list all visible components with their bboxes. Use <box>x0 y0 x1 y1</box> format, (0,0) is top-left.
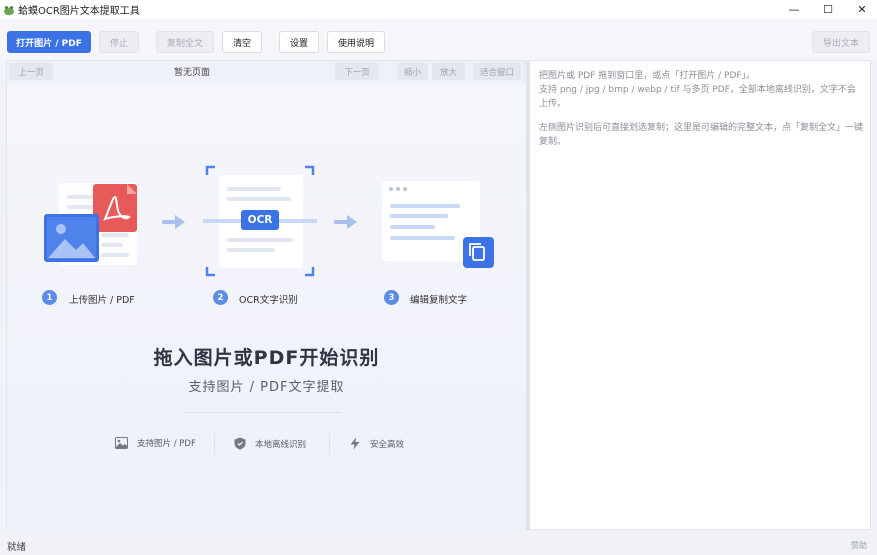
status-bar: 就绪 赞助 <box>0 535 877 555</box>
drop-subline: 支持图片 / PDF文字提取 <box>188 380 345 395</box>
shield-icon <box>234 437 246 450</box>
step-2-label: OCR文字识别 <box>239 295 298 306</box>
zoom-out-button[interactable]: 缩小 <box>397 63 428 80</box>
copy-all-button[interactable]: 复制全文 <box>156 31 214 53</box>
workflow-illustration <box>44 165 494 277</box>
step-2-number: 2 <box>213 290 228 305</box>
feature-offline: 本地离线识别 <box>234 437 306 450</box>
hint-paragraph-3: 左侧图片识别后可直接划选复制；这里是可编辑的完整文本，点「复制全文」一键复制。 <box>539 123 864 147</box>
prev-page-button[interactable]: 上一页 <box>9 63 53 80</box>
title-bar: 蛤蟆OCR图片文本提取工具 — ☐ ✕ <box>0 0 877 19</box>
arrow-right-icon <box>162 215 185 229</box>
lightning-icon <box>350 437 360 450</box>
feature-label: 本地离线识别 <box>255 439 307 450</box>
feature-safe: 安全高效 <box>349 437 404 450</box>
help-button[interactable]: 使用说明 <box>327 31 385 53</box>
settings-button[interactable]: 设置 <box>279 31 319 53</box>
viewer-nav: 上一页 暂无页面 下一页 缩小 放大 适合窗口 <box>7 61 526 83</box>
next-page-button[interactable]: 下一页 <box>335 63 379 80</box>
separator <box>214 433 215 455</box>
separator <box>329 433 330 455</box>
toolbar: 打开图片 / PDF 停止 复制全文 清空 设置 使用说明 导出文本 <box>0 19 877 61</box>
zoom-in-button[interactable]: 放大 <box>432 63 465 80</box>
step-1-label: 上传图片 / PDF <box>69 295 135 306</box>
fit-window-button[interactable]: 适合窗口 <box>473 63 521 80</box>
stop-button[interactable]: 停止 <box>99 31 139 53</box>
minimize-button[interactable]: — <box>776 0 812 19</box>
step-3-label: 编辑复制文字 <box>410 295 468 306</box>
window-title: 蛤蟆OCR图片文本提取工具 <box>18 6 140 17</box>
status-text: 就绪 <box>7 542 27 553</box>
image-viewer-panel[interactable]: 上一页 暂无页面 下一页 缩小 放大 适合窗口 OCR 1 上传图片 / PDF… <box>6 60 526 531</box>
feature-label: 安全高效 <box>370 439 405 450</box>
page-status: 暂无页面 <box>173 68 210 78</box>
hint-paragraph-1: 把图片或 PDF 拖到窗口里，或点「打开图片 / PDF」。 <box>539 71 756 81</box>
frog-app-icon <box>4 5 14 15</box>
maximize-button[interactable]: ☐ <box>810 0 846 19</box>
step-1-number: 1 <box>42 290 57 305</box>
close-button[interactable]: ✕ <box>844 0 877 19</box>
step-3-number: 3 <box>384 290 399 305</box>
upload-illustration-icon <box>44 183 137 265</box>
feature-image-pdf: 支持图片 / PDF <box>115 437 196 449</box>
text-editor[interactable]: 把图片或 PDF 拖到窗口里，或点「打开图片 / PDF」。 支持 png / … <box>529 60 871 530</box>
export-text-button[interactable]: 导出文本 <box>812 31 870 53</box>
divider <box>184 412 341 413</box>
open-file-button[interactable]: 打开图片 / PDF <box>7 31 91 53</box>
edit-copy-illustration-icon <box>382 181 494 268</box>
hint-paragraph-2: 支持 png / jpg / bmp / webp / tif 与多页 PDF，… <box>539 85 856 109</box>
image-icon <box>115 437 128 449</box>
ocr-badge: OCR <box>247 214 273 226</box>
feature-label: 支持图片 / PDF <box>137 439 196 449</box>
sponsor-link[interactable]: 赞助 <box>851 540 867 551</box>
clear-button[interactable]: 清空 <box>222 31 262 53</box>
arrow-right-icon <box>334 215 357 229</box>
drop-headline: 拖入图片或PDF开始识别 <box>153 347 380 369</box>
drop-zone[interactable]: OCR 1 上传图片 / PDF 2 OCR文字识别 3 编辑复制文字 拖入图片… <box>7 83 526 531</box>
